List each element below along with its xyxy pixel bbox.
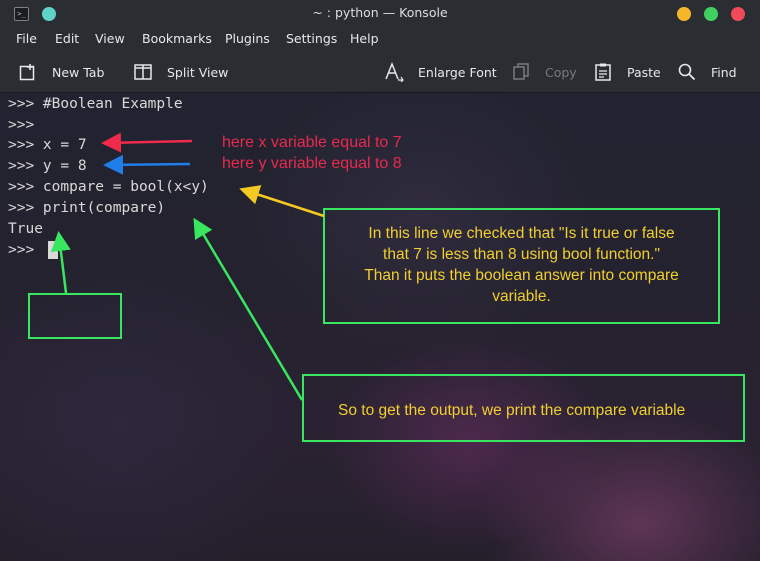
- paste-icon: [595, 63, 611, 81]
- compare-note-line: In this line we checked that "Is it true…: [368, 225, 675, 242]
- compare-note-line: variable.: [492, 288, 551, 305]
- copy-button[interactable]: Copy: [511, 62, 577, 82]
- terminal-line: >>> compare = bool(x<y): [8, 179, 209, 195]
- terminal-line: >>> y = 8: [8, 158, 87, 174]
- menu-settings[interactable]: Settings: [286, 31, 337, 46]
- paste-button[interactable]: Paste: [593, 62, 661, 82]
- menu-bar: File Edit View Bookmarks Plugins Setting…: [0, 27, 760, 52]
- menu-view[interactable]: View: [95, 31, 125, 46]
- enlarge-font-button[interactable]: Enlarge Font: [384, 62, 497, 82]
- terminal-line: >>> x = 7: [8, 137, 87, 153]
- split-view-label: Split View: [167, 64, 229, 80]
- terminal-prompt: >>>: [8, 242, 35, 258]
- title-bar: >_ ~ : python — Konsole: [0, 0, 760, 27]
- menu-edit[interactable]: Edit: [55, 31, 79, 46]
- menu-help[interactable]: Help: [350, 31, 379, 46]
- enlarge-font-label: Enlarge Font: [418, 64, 497, 80]
- print-explanation-box: So to get the output, we print the compa…: [302, 374, 745, 442]
- y-variable-note: here y variable equal to 8: [222, 155, 402, 172]
- find-label: Find: [711, 64, 737, 80]
- output-highlight-box: [28, 293, 122, 339]
- copy-label: Copy: [545, 64, 577, 80]
- close-button[interactable]: [731, 7, 745, 21]
- terminal-line: >>> print(compare): [8, 200, 166, 216]
- print-note: So to get the output, we print the compa…: [338, 402, 686, 419]
- compare-note-line: that 7 is less than 8 using bool functio…: [383, 246, 660, 263]
- enlarge-font-icon: [385, 62, 404, 82]
- toolbar: New Tab Split View Enlarge Font Copy Pas…: [0, 52, 760, 93]
- search-icon: [678, 63, 696, 81]
- new-tab-button[interactable]: New Tab: [18, 62, 104, 82]
- compare-explanation-box: In this line we checked that "Is it true…: [323, 208, 720, 324]
- maximize-button[interactable]: [704, 7, 718, 21]
- menu-file[interactable]: File: [16, 31, 37, 46]
- window-title: ~ : python — Konsole: [312, 5, 448, 20]
- konsole-window: >_ ~ : python — Konsole File Edit View B…: [0, 0, 760, 561]
- split-view-icon: [134, 64, 152, 80]
- terminal-line: >>> #Boolean Example: [8, 96, 183, 112]
- new-tab-icon: [19, 64, 35, 81]
- minimize-button[interactable]: [677, 7, 691, 21]
- find-button[interactable]: Find: [677, 62, 737, 82]
- text-cursor: [48, 241, 58, 259]
- new-tab-label: New Tab: [52, 64, 105, 80]
- compare-note-line: Than it puts the boolean answer into com…: [364, 267, 679, 284]
- paste-label: Paste: [627, 64, 661, 80]
- split-view-button[interactable]: Split View: [133, 62, 228, 82]
- terminal-line: >>>: [8, 117, 35, 133]
- menu-bookmarks[interactable]: Bookmarks: [142, 31, 212, 46]
- terminal-output: True: [8, 221, 43, 237]
- copy-icon: [513, 63, 529, 80]
- x-variable-note: here x variable equal to 7: [222, 134, 402, 151]
- menu-plugins[interactable]: Plugins: [225, 31, 270, 46]
